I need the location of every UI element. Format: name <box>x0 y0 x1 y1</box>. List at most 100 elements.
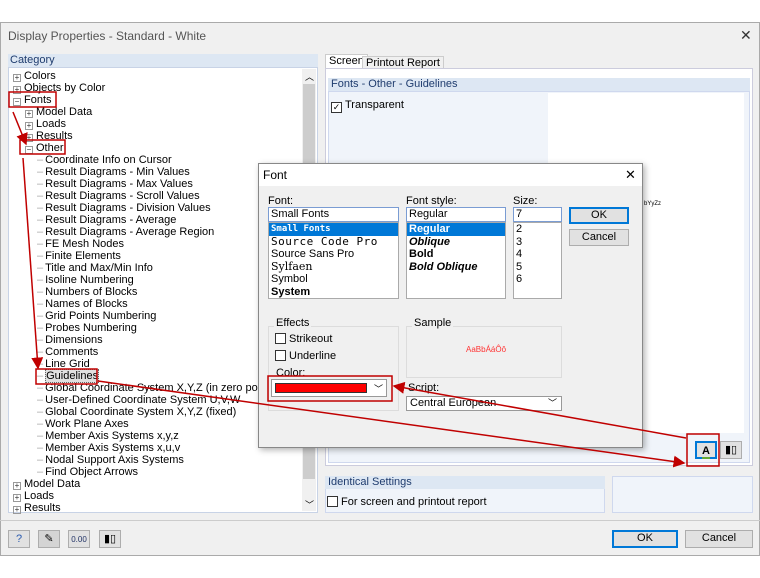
strikeout-checkbox[interactable]: Strikeout <box>275 333 332 345</box>
font-input[interactable]: Small Fonts <box>268 207 399 222</box>
tree-item[interactable]: – Nodal Support Axis Systems <box>37 454 184 466</box>
tree-item[interactable]: – Names of Blocks <box>37 298 128 310</box>
size-option[interactable]: 5 <box>514 261 561 274</box>
tree-item[interactable]: + Model Data <box>25 106 92 118</box>
font-style-option[interactable]: Oblique <box>407 236 505 249</box>
expand-icon[interactable]: + <box>25 110 33 118</box>
tree-item-label: Names of Blocks <box>45 298 128 310</box>
expand-icon[interactable]: + <box>13 74 21 82</box>
units-button[interactable]: 0.00 <box>68 530 90 548</box>
tree-item[interactable]: – Result Diagrams - Average Region <box>37 226 214 238</box>
font-option[interactable]: Source Sans Pro <box>269 248 398 261</box>
font-option[interactable]: Sylfaen <box>269 260 398 274</box>
size-option[interactable]: 2 <box>514 223 561 236</box>
edit-button[interactable]: ✎ <box>38 530 60 548</box>
edit-icon: ✎ <box>44 533 54 545</box>
tree-item[interactable]: + Loads <box>13 490 54 502</box>
size-option[interactable]: 3 <box>514 236 561 249</box>
ok-button[interactable]: OK <box>612 530 678 548</box>
tree-item[interactable]: – Result Diagrams - Min Values <box>37 166 190 178</box>
chevron-down-icon: ﹀ <box>374 384 384 394</box>
tree-item[interactable]: – Work Plane Axes <box>37 418 129 430</box>
tree-item[interactable]: + Colors <box>13 70 56 82</box>
collapse-icon[interactable]: − <box>25 146 33 154</box>
font-style-option[interactable]: Bold Oblique <box>407 261 505 274</box>
expand-icon[interactable]: + <box>13 86 21 94</box>
close-icon[interactable]: ✕ <box>740 27 752 44</box>
effects-label: Effects <box>274 317 312 329</box>
tree-item[interactable]: – Result Diagrams - Scroll Values <box>37 190 200 202</box>
tree-item[interactable]: – FE Mesh Nodes <box>37 238 124 250</box>
size-option[interactable]: 4 <box>514 248 561 261</box>
font-ok-button[interactable]: OK <box>569 207 629 224</box>
tree-line: – <box>37 334 44 346</box>
tree-line: – <box>37 286 44 298</box>
tree-item[interactable]: – Global Coordinate System X,Y,Z (in zero… <box>37 382 273 394</box>
font-style-label: Font style: <box>406 195 457 207</box>
tree-item[interactable]: + Objects by Color <box>13 82 105 94</box>
tree-item[interactable]: – Comments <box>37 346 98 358</box>
font-cancel-button[interactable]: Cancel <box>569 229 629 246</box>
copy-font-button[interactable]: ▮▯ <box>720 441 742 459</box>
script-select[interactable]: Central European ﹀ <box>406 396 562 411</box>
tree-item[interactable]: – Result Diagrams - Max Values <box>37 178 193 190</box>
underline-checkbox[interactable]: Underline <box>275 350 336 362</box>
tree-item-label: Loads <box>36 118 66 130</box>
tree-item[interactable]: – Member Axis Systems x,u,v <box>37 442 180 454</box>
identical-checkbox[interactable]: For screen and printout report <box>327 496 487 508</box>
tree-item[interactable]: − Fonts <box>13 94 52 106</box>
font-option[interactable]: Source Code Pro <box>269 235 398 249</box>
tree-item[interactable]: – Result Diagrams - Division Values <box>37 202 211 214</box>
font-style-list[interactable]: Regular Oblique Bold Bold Oblique <box>406 222 506 299</box>
tree-item[interactable]: – Find Object Arrows <box>37 466 138 478</box>
size-option[interactable]: 6 <box>514 273 561 286</box>
tree-item[interactable]: – Coordinate Info on Cursor <box>37 154 172 166</box>
size-input[interactable]: 7 <box>513 207 562 222</box>
tree-item[interactable]: – Dimensions <box>37 334 103 346</box>
tree-item[interactable]: – Member Axis Systems x,y,z <box>37 430 179 442</box>
font-style-option[interactable]: Bold <box>407 248 505 261</box>
tree-item[interactable]: + Results <box>13 502 61 514</box>
collapse-icon[interactable]: − <box>13 98 21 106</box>
tree-item[interactable]: – Guidelines <box>37 369 100 383</box>
dialog-close-icon[interactable]: ✕ <box>625 167 636 183</box>
tree-item[interactable]: – Finite Elements <box>37 250 121 262</box>
transparent-checkbox[interactable]: ✓ Transparent <box>331 99 404 113</box>
expand-icon[interactable]: + <box>13 494 21 502</box>
font-list[interactable]: Small Fonts Source Code Pro Source Sans Pr… <box>268 222 399 299</box>
tree-item[interactable]: – Global Coordinate System X,Y,Z (fixed) <box>37 406 236 418</box>
font-button[interactable]: A <box>695 441 717 459</box>
font-settings-button[interactable]: ▮▯ <box>99 530 121 548</box>
color-select[interactable]: ﹀ <box>271 379 387 397</box>
scroll-down-icon[interactable]: ﹀ <box>305 498 314 511</box>
tree-item[interactable]: – Grid Points Numbering <box>37 310 156 322</box>
tree-item[interactable]: – Numbers of Blocks <box>37 286 137 298</box>
expand-icon[interactable]: + <box>13 482 21 490</box>
tree-item[interactable]: − Other <box>25 142 64 154</box>
font-option[interactable]: System <box>269 286 398 299</box>
size-list[interactable]: 23456 <box>513 222 562 299</box>
tree-item[interactable]: + Model Data <box>13 478 80 490</box>
tree-item[interactable]: + Loads <box>25 118 66 130</box>
tree-item-label: Fonts <box>24 94 52 106</box>
tree-item[interactable]: – Isoline Numbering <box>37 274 134 286</box>
expand-icon[interactable]: + <box>13 506 21 514</box>
font-style-input[interactable]: Regular <box>406 207 506 222</box>
font-option[interactable]: Small Fonts <box>269 223 398 236</box>
font-style-option[interactable]: Regular <box>407 223 505 236</box>
tree-line: – <box>37 226 44 238</box>
tree-item[interactable]: + Results <box>25 130 73 142</box>
tree-item[interactable]: – Probes Numbering <box>37 322 137 334</box>
help-icon: ? <box>15 533 23 545</box>
scroll-up-icon[interactable]: ︿ <box>305 70 314 83</box>
tree-item[interactable]: – User-Defined Coordinate System U,V,W <box>37 394 240 406</box>
tree-item[interactable]: – Result Diagrams - Average <box>37 214 176 226</box>
help-button[interactable]: ? <box>8 530 30 548</box>
expand-icon[interactable]: + <box>25 122 33 130</box>
cancel-button[interactable]: Cancel <box>685 530 753 548</box>
expand-icon[interactable]: + <box>25 134 33 142</box>
font-dialog-title: Font <box>259 164 642 186</box>
tree-line: – <box>37 406 44 418</box>
tree-item[interactable]: – Title and Max/Min Info <box>37 262 153 274</box>
font-option[interactable]: Symbol <box>269 273 398 286</box>
